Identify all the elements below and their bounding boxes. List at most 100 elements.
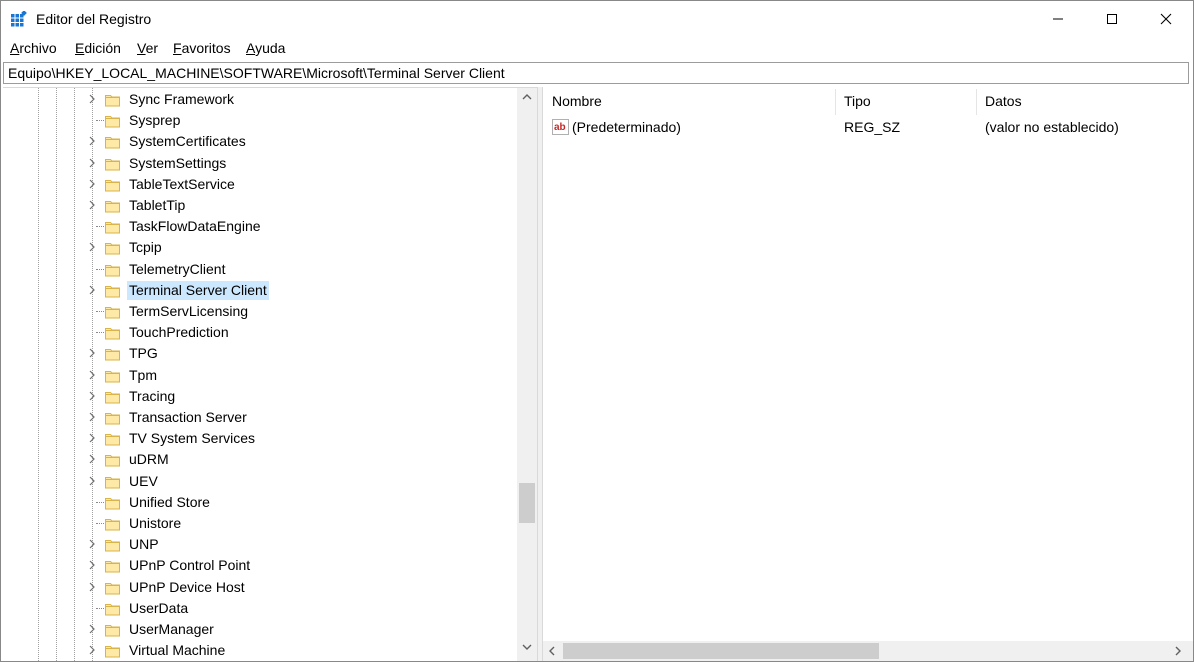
expand-chevron-icon[interactable] <box>87 476 97 486</box>
tree-item-label: TableTextService <box>129 175 235 192</box>
tree-connector-line <box>96 607 104 609</box>
tree-item[interactable]: Tracing <box>3 386 517 407</box>
tree-scroll-thumb[interactable] <box>519 483 535 523</box>
key-tree-pane[interactable]: Sync Framework Sysprep SystemCertificates S… <box>3 87 537 661</box>
tree-item[interactable]: Tpm <box>3 365 517 386</box>
expand-chevron-icon[interactable] <box>87 433 97 443</box>
expand-chevron-icon[interactable] <box>87 285 97 295</box>
tree-item[interactable]: Transaction Server <box>3 407 517 428</box>
title-bar[interactable]: Editor del Registro <box>1 1 1193 37</box>
list-horizontal-scrollbar[interactable] <box>543 641 1193 661</box>
tree-item[interactable]: Tcpip <box>3 237 517 258</box>
expand-chevron-icon[interactable] <box>87 624 97 634</box>
expand-chevron-icon[interactable] <box>87 412 97 422</box>
tree-item[interactable]: UserManager <box>3 619 517 640</box>
tree-item[interactable]: TouchPrediction <box>3 322 517 343</box>
menu-edicion-mnemonic: E <box>75 40 85 56</box>
tree-item[interactable]: Sync Framework <box>3 89 517 110</box>
expand-chevron-icon[interactable] <box>87 158 97 168</box>
minimize-icon <box>1053 18 1063 20</box>
tree-item[interactable]: UEV <box>3 471 517 492</box>
menu-archivo[interactable]: Archivo <box>10 40 57 56</box>
folder-icon <box>104 494 121 511</box>
menu-ver[interactable]: Ver <box>137 40 158 56</box>
value-row[interactable]: ab (Predeterminado) REG_SZ (valor no est… <box>543 117 1193 138</box>
folder-icon <box>104 430 121 447</box>
tree-vertical-scrollbar[interactable] <box>517 88 537 661</box>
tree-item[interactable]: UserData <box>3 598 517 619</box>
scroll-down-arrow-icon[interactable] <box>521 642 533 652</box>
tree-item[interactable]: Unified Store <box>3 492 517 513</box>
tree-item[interactable]: TermServLicensing <box>3 301 517 322</box>
expand-chevron-icon[interactable] <box>87 454 97 464</box>
minimize-button[interactable] <box>1031 1 1085 37</box>
expand-chevron-icon[interactable] <box>87 94 97 104</box>
maximize-button[interactable] <box>1085 1 1139 37</box>
menu-ayuda[interactable]: Ayuda <box>246 40 285 56</box>
menu-favoritos[interactable]: Favoritos <box>173 40 231 56</box>
tree-item[interactable]: Virtual Machine <box>3 640 517 661</box>
menu-favoritos-mnemonic: F <box>173 40 182 56</box>
registry-editor-icon <box>11 10 27 27</box>
tree-item[interactable]: SystemCertificates <box>3 131 517 152</box>
column-header-tipo[interactable]: Tipo <box>835 87 976 115</box>
tree-item-label: Terminal Server Client <box>127 280 269 300</box>
tree-item[interactable]: SystemSettings <box>3 153 517 174</box>
expand-chevron-icon[interactable] <box>87 348 97 358</box>
tree-connector-line <box>96 311 104 312</box>
folder-icon <box>104 112 121 129</box>
menu-archivo-label: rchivo <box>19 40 57 56</box>
tree-item[interactable]: TaskFlowDataEngine <box>3 216 517 237</box>
tree-item-label: UEV <box>129 472 158 489</box>
expand-chevron-icon[interactable] <box>87 242 97 252</box>
tree-item[interactable]: Terminal Server Client <box>3 280 517 301</box>
scroll-up-arrow-icon[interactable] <box>521 92 533 102</box>
expand-chevron-icon[interactable] <box>87 645 97 655</box>
expand-chevron-icon[interactable] <box>87 582 97 592</box>
scroll-right-arrow-icon[interactable] <box>1173 645 1183 657</box>
tree-item-label: uDRM <box>129 451 169 468</box>
column-header-nombre[interactable]: Nombre <box>543 87 835 115</box>
menu-edicion-label: dición <box>84 40 121 56</box>
tree-item[interactable]: TPG <box>3 343 517 364</box>
expand-chevron-icon[interactable] <box>87 136 97 146</box>
tree-item-label: TaskFlowDataEngine <box>129 218 261 235</box>
tree-item[interactable]: TelemetryClient <box>3 259 517 280</box>
string-value-icon: ab <box>552 119 569 135</box>
menu-ver-mnemonic: V <box>137 40 146 56</box>
tree-item-label: Sysprep <box>129 112 181 129</box>
expand-chevron-icon[interactable] <box>87 391 97 401</box>
tree-item-label: Unified Store <box>129 493 210 510</box>
tree-item[interactable]: uDRM <box>3 449 517 470</box>
folder-icon <box>104 642 121 659</box>
tree-item-label: TermServLicensing <box>129 303 249 319</box>
tree-connector-line <box>96 268 104 270</box>
expand-chevron-icon[interactable] <box>87 539 97 549</box>
expand-chevron-icon[interactable] <box>87 370 97 380</box>
close-icon <box>1160 13 1172 25</box>
close-button[interactable] <box>1139 1 1193 37</box>
expand-chevron-icon[interactable] <box>87 179 97 189</box>
tree-item[interactable]: Sysprep <box>3 110 517 131</box>
tree-item[interactable]: UPnP Device Host <box>3 577 517 598</box>
tree-item-label: TelemetryClient <box>129 260 226 277</box>
tree-item[interactable]: UPnP Control Point <box>3 555 517 576</box>
tree-connector-line <box>96 120 104 122</box>
tree-item[interactable]: TabletTip <box>3 195 517 216</box>
expand-chevron-icon[interactable] <box>87 200 97 210</box>
scroll-left-arrow-icon[interactable] <box>547 645 557 657</box>
values-list-pane[interactable]: Nombre Tipo Datos ab (Predeterminado) RE… <box>543 87 1193 661</box>
expand-chevron-icon[interactable] <box>87 560 97 570</box>
column-header-datos[interactable]: Datos <box>976 87 1193 115</box>
menu-edicion[interactable]: Edición <box>75 40 121 56</box>
folder-icon <box>104 473 121 490</box>
folder-icon <box>104 515 121 532</box>
list-scroll-thumb[interactable] <box>563 643 879 659</box>
address-bar[interactable]: Equipo\HKEY_LOCAL_MACHINE\SOFTWARE\Micro… <box>3 62 1189 84</box>
tree-item[interactable]: TV System Services <box>3 428 517 449</box>
tree-item[interactable]: Unistore <box>3 513 517 534</box>
tree-item[interactable]: UNP <box>3 534 517 555</box>
folder-icon <box>104 261 121 278</box>
tree-item[interactable]: TableTextService <box>3 174 517 195</box>
folder-icon <box>104 388 121 405</box>
